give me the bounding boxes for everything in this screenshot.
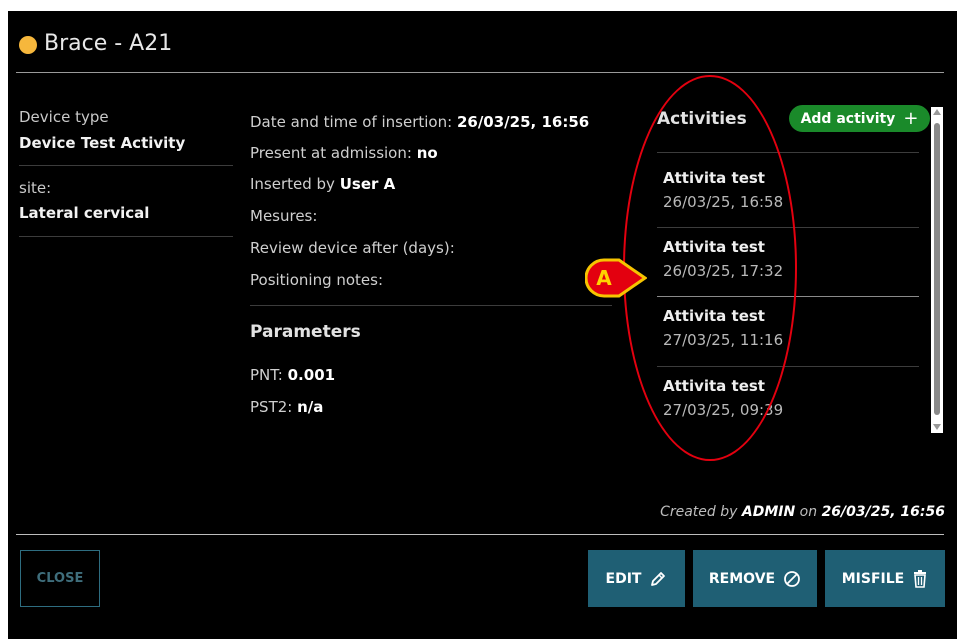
scroll-thumb[interactable] — [934, 123, 940, 415]
misfile-label: MISFILE — [841, 570, 905, 587]
add-activity-label: Add activity — [800, 110, 896, 127]
annotation-label: A — [596, 266, 612, 290]
site-value: Lateral cervical — [19, 204, 150, 222]
parameter-label: PNT: — [250, 366, 283, 384]
parameter-row: PNT: 0.001 — [250, 366, 335, 384]
pencil-icon — [651, 571, 666, 586]
add-activity-button[interactable]: Add activity + — [789, 105, 930, 132]
created-date: 26/03/25, 16:56 — [821, 504, 945, 520]
edit-button[interactable]: EDIT — [588, 550, 685, 607]
remove-label: REMOVE — [708, 570, 776, 587]
status-dot-icon — [19, 36, 37, 54]
admission-label: Present at admission: — [250, 144, 412, 162]
site-label: site: — [19, 179, 52, 197]
parameter-value: 0.001 — [287, 366, 336, 384]
parameter-row: PST2: n/a — [250, 398, 323, 416]
device-type-value: Device Test Activity — [19, 134, 186, 152]
annotation-ellipse — [623, 75, 797, 461]
parameter-value: n/a — [297, 398, 324, 416]
scroll-up-icon[interactable] — [933, 109, 941, 115]
scroll-down-icon[interactable] — [933, 424, 941, 430]
insertion-line: Date and time of insertion: 26/03/25, 16… — [250, 113, 589, 131]
dialog-header: Brace - A21 — [8, 11, 957, 73]
trash-icon — [914, 569, 927, 588]
device-type-label: Device type — [19, 108, 109, 126]
annotation-a-badge: A — [585, 258, 647, 298]
positioning-label: Positioning notes: — [250, 271, 384, 289]
admission-value: no — [416, 144, 438, 162]
block-icon — [784, 570, 800, 587]
parameter-label: PST2: — [250, 398, 293, 416]
created-user: ADMIN — [741, 504, 796, 520]
left-divider-1 — [19, 165, 233, 166]
created-on: on — [799, 504, 818, 520]
left-divider-2 — [19, 236, 233, 237]
admission-line: Present at admission: no — [250, 144, 438, 162]
mesures-label: Mesures: — [250, 207, 318, 225]
inserted-by-line: Inserted by User A — [250, 175, 395, 193]
insertion-value: 26/03/25, 16:56 — [456, 113, 590, 131]
created-prefix: Created by — [660, 504, 738, 520]
dialog-title: Brace - A21 — [44, 31, 173, 56]
close-button[interactable]: CLOSE — [20, 550, 100, 607]
created-by-note: Created by ADMIN on 26/03/25, 16:56 — [660, 504, 945, 520]
device-detail-dialog: Brace - A21 Device type Device Test Acti… — [8, 11, 957, 639]
edit-label: EDIT — [605, 570, 642, 587]
insertion-label: Date and time of insertion: — [250, 113, 453, 131]
inserted-by-label: Inserted by — [250, 175, 335, 193]
misfile-button[interactable]: MISFILE — [825, 550, 945, 607]
activities-scrollbar[interactable] — [931, 107, 943, 433]
details-divider — [250, 305, 612, 306]
footer-divider — [16, 534, 944, 535]
header-divider — [16, 72, 944, 73]
plus-icon: + — [903, 108, 919, 129]
inserted-by-value: User A — [339, 175, 396, 193]
parameters-title: Parameters — [250, 322, 361, 342]
remove-button[interactable]: REMOVE — [693, 550, 817, 607]
review-label: Review device after (days): — [250, 239, 455, 257]
